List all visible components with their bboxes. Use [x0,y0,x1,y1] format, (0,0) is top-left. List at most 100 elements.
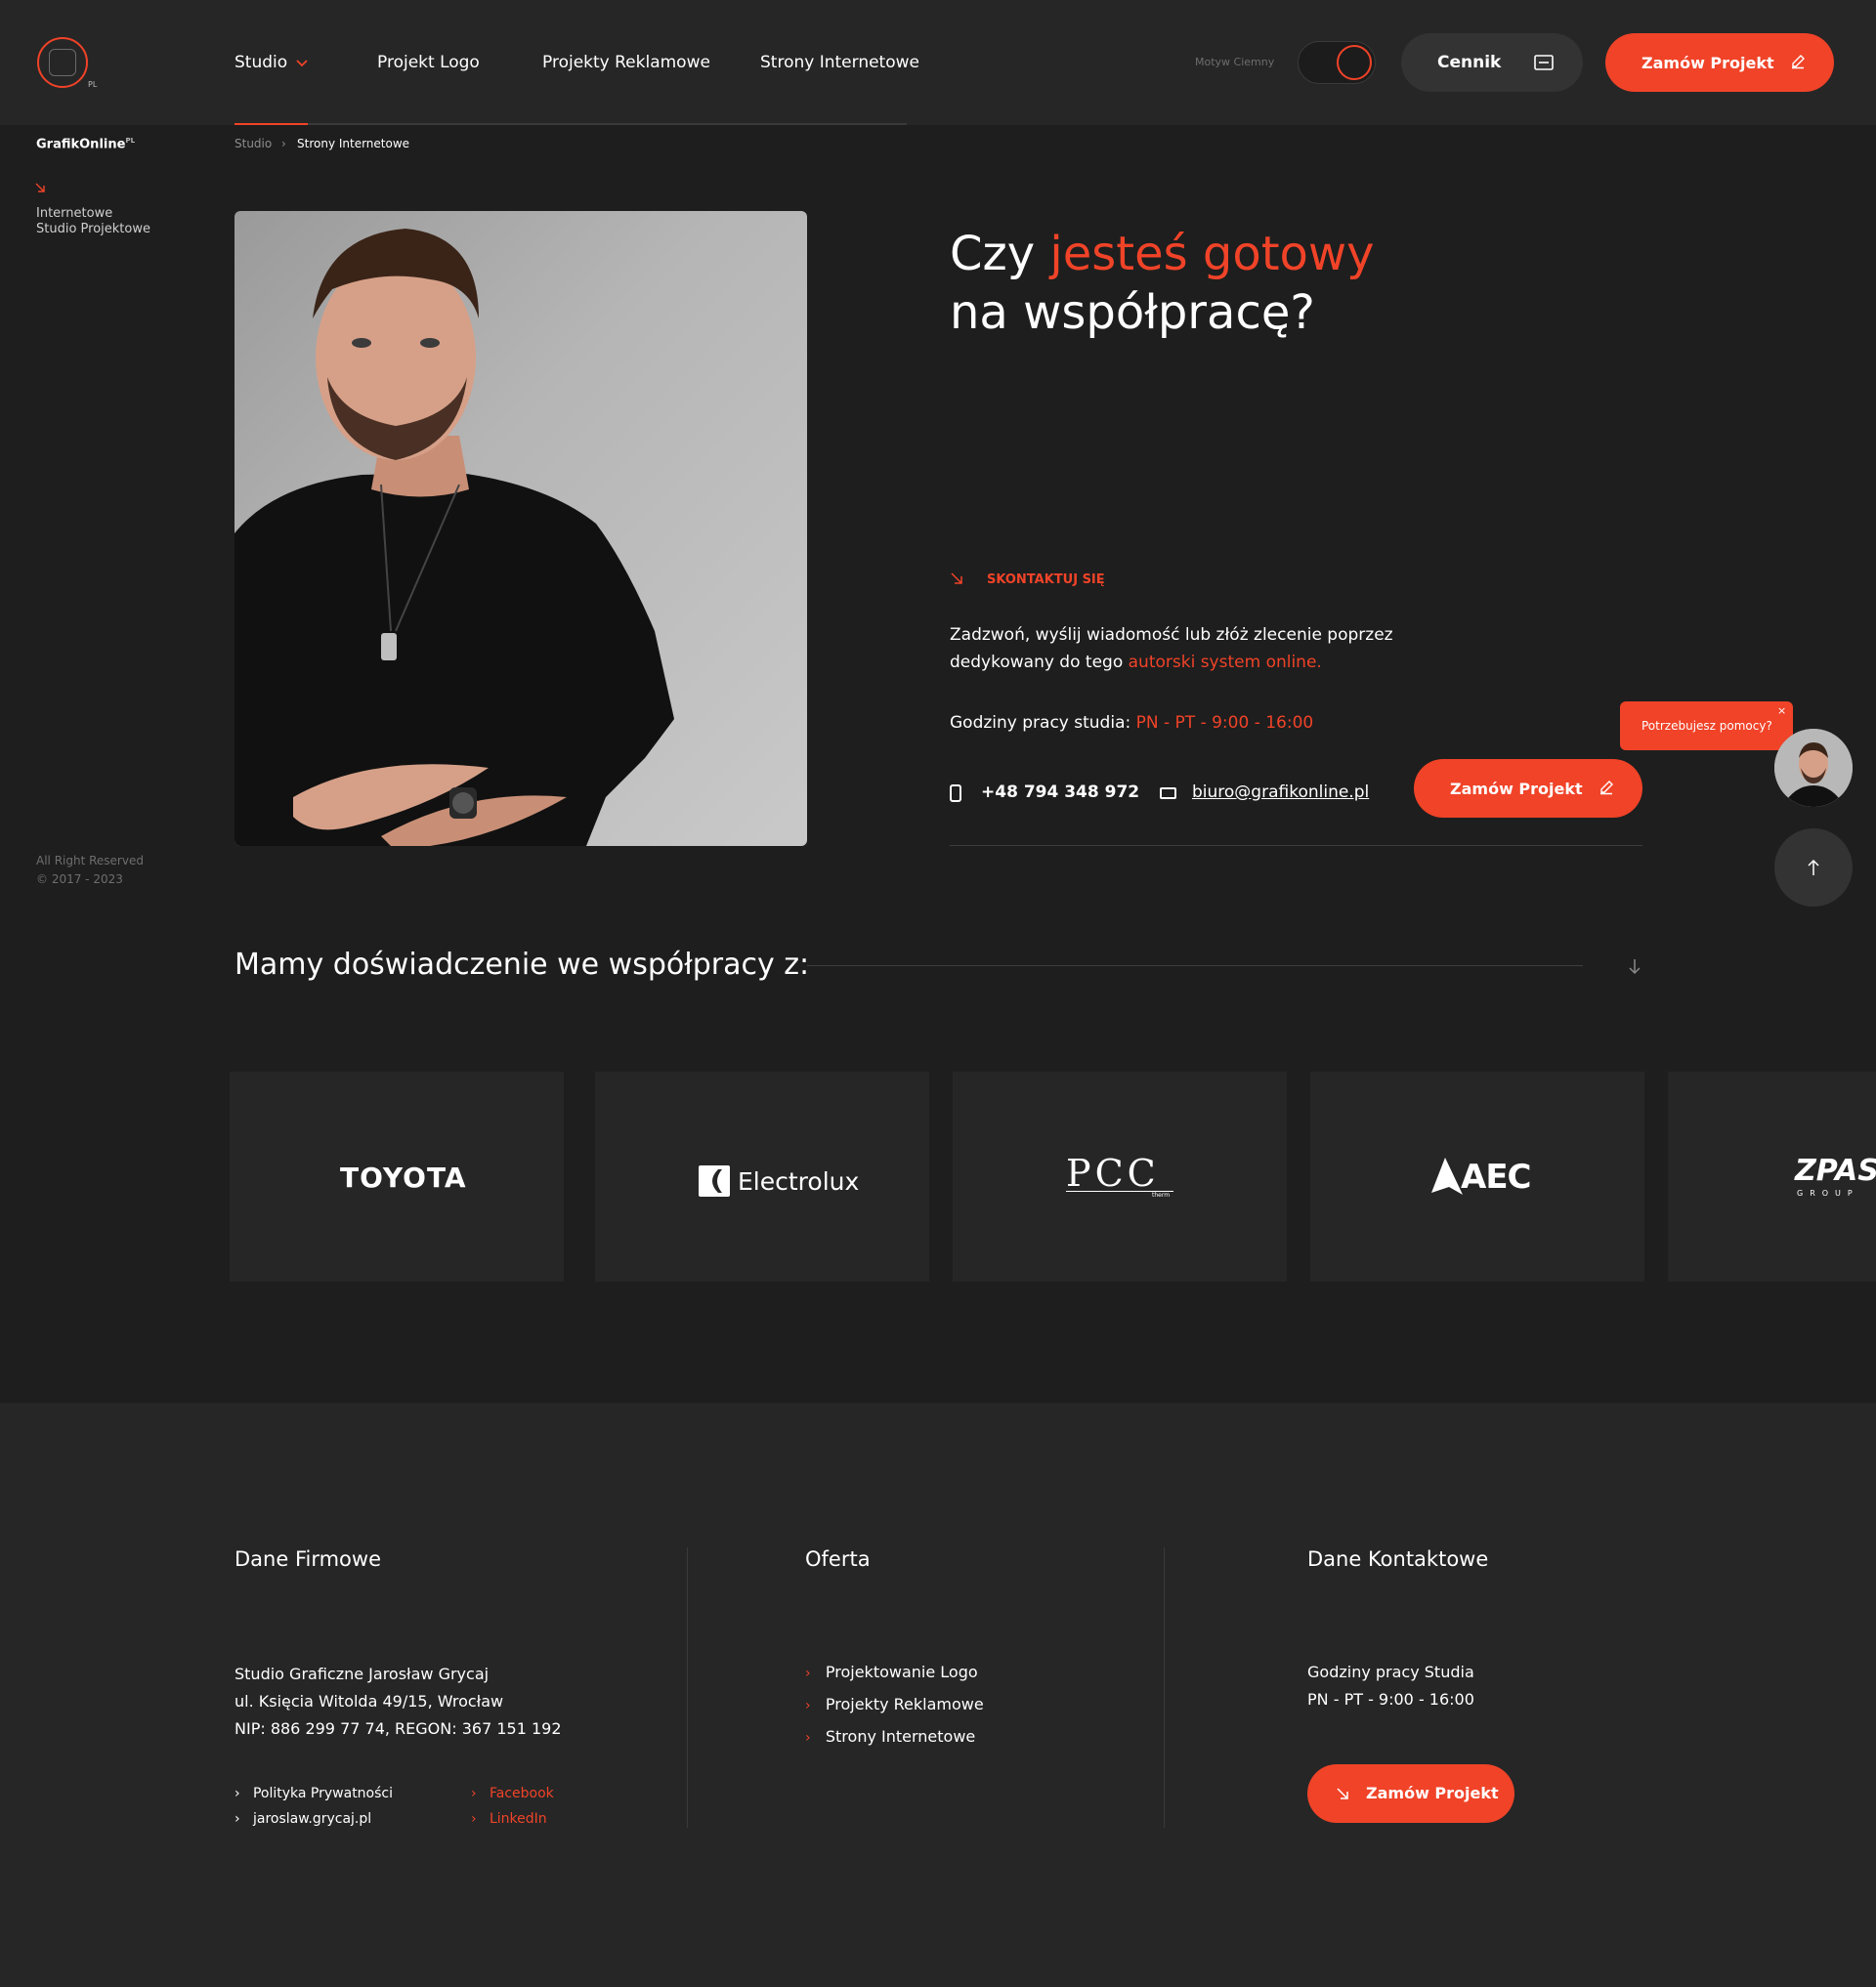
pencil-icon [1792,55,1805,69]
client-card-pcc: PCC therm [953,1072,1287,1282]
footer-offer-item-reklamowe[interactable]: › Projekty Reklamowe [805,1695,984,1713]
chevron-right-icon: › [805,1730,811,1746]
chevron-right-icon: › [234,1786,240,1801]
aec-logo-icon [1431,1158,1463,1195]
footer-company-heading: Dane Firmowe [234,1547,381,1571]
phone-icon [950,784,961,802]
electrolux-logo-icon [699,1165,730,1197]
chevron-right-icon: › [471,1786,477,1801]
footer-link-privacy-label[interactable]: Polityka Prywatności [253,1786,393,1801]
footer-link-website-label[interactable]: jaroslaw.grycaj.pl [253,1811,371,1827]
email-link[interactable]: biuro@grafikonline.pl [1192,782,1369,802]
footer-company-name: Studio Graficzne Jarosław Grycaj [234,1665,490,1683]
sidebar-brand[interactable]: GrafikOnlinePL [36,137,135,151]
breadcrumb-separator: › [281,137,286,150]
zamow-projekt-footer-label[interactable]: Zamów Projekt [1366,1784,1499,1802]
client-logo-pcc-sub: therm [1152,1192,1171,1199]
hero-title: Czy jesteś gotowy na współpracę? [950,225,1375,342]
experience-title: Mamy doświadczenie we współpracy z: [234,948,810,982]
arrow-up-icon [1808,859,1819,875]
footer-offer-item-strony[interactable]: › Strony Internetowe [805,1727,975,1746]
breadcrumb-current: Strony Internetowe [297,137,410,150]
person-illustration [234,229,674,846]
footer-divider-2 [1164,1547,1165,1828]
hero-hours: Godziny pracy studia: PN - PT - 9:00 - 1… [950,709,1313,737]
footer-link-linkedin-label[interactable]: LinkedIn [490,1811,547,1827]
client-logo-zpas: ZPAS [1795,1154,1876,1188]
footer-offer-item-reklamowe-label[interactable]: Projekty Reklamowe [826,1695,984,1713]
footer-link-linkedin[interactable]: › LinkedIn [471,1811,547,1827]
footer-offer-item-logo-label[interactable]: Projektowanie Logo [826,1663,978,1681]
arrow-down-right-icon [951,572,962,584]
zamow-projekt-hero-label[interactable]: Zamów Projekt [1450,780,1583,798]
client-logo-toyota: TOYOTA [340,1162,467,1194]
zamow-projekt-label[interactable]: Zamów Projekt [1642,54,1774,72]
nav-item-projekt-logo[interactable]: Projekt Logo [377,53,480,72]
chevron-right-icon: › [234,1811,240,1827]
footer-hours-value: PN - PT - 9:00 - 16:00 [1307,1690,1474,1709]
arrow-down-right-icon [1337,1788,1348,1799]
pencil-icon [1600,781,1613,795]
hero-paragraph-line2: dedykowany do tego autorski system onlin… [950,649,1322,676]
client-card-electrolux: Electrolux [595,1072,929,1282]
nav-active-indicator [234,123,308,125]
contact-section-label: SKONTAKTUJ SIĘ [987,572,1105,587]
avatar-illustration [1774,729,1853,807]
hero-hours-value: PN - PT - 9:00 - 16:00 [1135,713,1314,733]
sidebar-copyright: © 2017 - 2023 [36,872,123,886]
hero-title-part1: Czy [950,227,1050,281]
footer-link-facebook[interactable]: › Facebook [471,1786,554,1801]
chevron-down-icon[interactable] [295,57,309,70]
chevron-right-icon: › [805,1666,811,1681]
client-card-toyota: TOYOTA [230,1072,564,1282]
hero-paragraph-prefix: dedykowany do tego [950,653,1129,672]
chevron-right-icon: › [805,1698,811,1713]
online-system-link[interactable]: autorski system online. [1129,653,1322,672]
sidebar-tagline-2: Studio Projektowe [36,222,150,236]
client-card-zpas: ZPAS GROUP [1668,1072,1876,1282]
sidebar-tagline-1: Internetowe [36,206,113,221]
footer-divider-1 [687,1547,688,1828]
help-bubble-text[interactable]: Potrzebujesz pomocy? [1642,719,1772,733]
arrow-down-icon [1629,959,1641,975]
mail-icon [1160,787,1176,799]
client-logo-electrolux: Electrolux [738,1167,860,1196]
nav-underline [234,123,907,125]
hero-divider [950,845,1642,846]
cennik-button-label[interactable]: Cennik [1437,53,1501,72]
client-card-aec: AEC [1310,1072,1644,1282]
chevron-right-icon: › [471,1811,477,1827]
footer-offer-item-logo[interactable]: › Projektowanie Logo [805,1663,978,1681]
help-avatar[interactable] [1774,729,1853,807]
client-logo-aec: AEC [1461,1158,1531,1197]
hero-title-accent: jesteś gotowy [1049,227,1375,281]
nav-item-projekty-reklamowe[interactable]: Projekty Reklamowe [542,53,710,72]
logo-inner-square [49,49,76,76]
footer-link-facebook-label[interactable]: Facebook [490,1786,554,1801]
theme-toggle-knob[interactable] [1337,45,1372,80]
nav-item-strony-internetowe[interactable]: Strony Internetowe [760,53,919,72]
footer-company-address: ul. Księcia Witolda 49/15, Wrocław [234,1692,504,1711]
card-icon [1534,55,1554,70]
logo-badge: PL [88,80,98,89]
theme-label: Motyw Ciemny [1195,56,1275,68]
footer-link-privacy[interactable]: › Polityka Prywatności [234,1786,393,1801]
footer-company-ids: NIP: 886 299 77 74, REGON: 367 151 192 [234,1719,562,1738]
nav-item-studio[interactable]: Studio [234,53,287,72]
footer-hours-label: Godziny pracy Studia [1307,1663,1474,1681]
sidebar-brand-name: GrafikOnline [36,137,126,152]
client-logo-pcc: PCC [1066,1152,1160,1195]
sidebar-brand-badge: PL [125,137,136,145]
experience-divider [807,965,1583,966]
footer-offer-item-strony-label[interactable]: Strony Internetowe [826,1727,975,1746]
hero-paragraph-line1: Zadzwoń, wyślij wiadomość lub złóż zlece… [950,625,1393,645]
breadcrumb-root[interactable]: Studio [234,137,272,150]
footer-link-website[interactable]: › jaroslaw.grycaj.pl [234,1811,371,1827]
phone-number[interactable]: +48 794 348 972 [981,782,1139,802]
studio-owner-photo [234,211,807,846]
footer-offer-heading: Oferta [805,1547,871,1571]
help-close-icon[interactable]: × [1777,704,1786,717]
hero-hours-label: Godziny pracy studia: [950,713,1136,733]
sidebar-rights: All Right Reserved [36,854,144,867]
footer-contact-heading: Dane Kontaktowe [1307,1547,1489,1571]
